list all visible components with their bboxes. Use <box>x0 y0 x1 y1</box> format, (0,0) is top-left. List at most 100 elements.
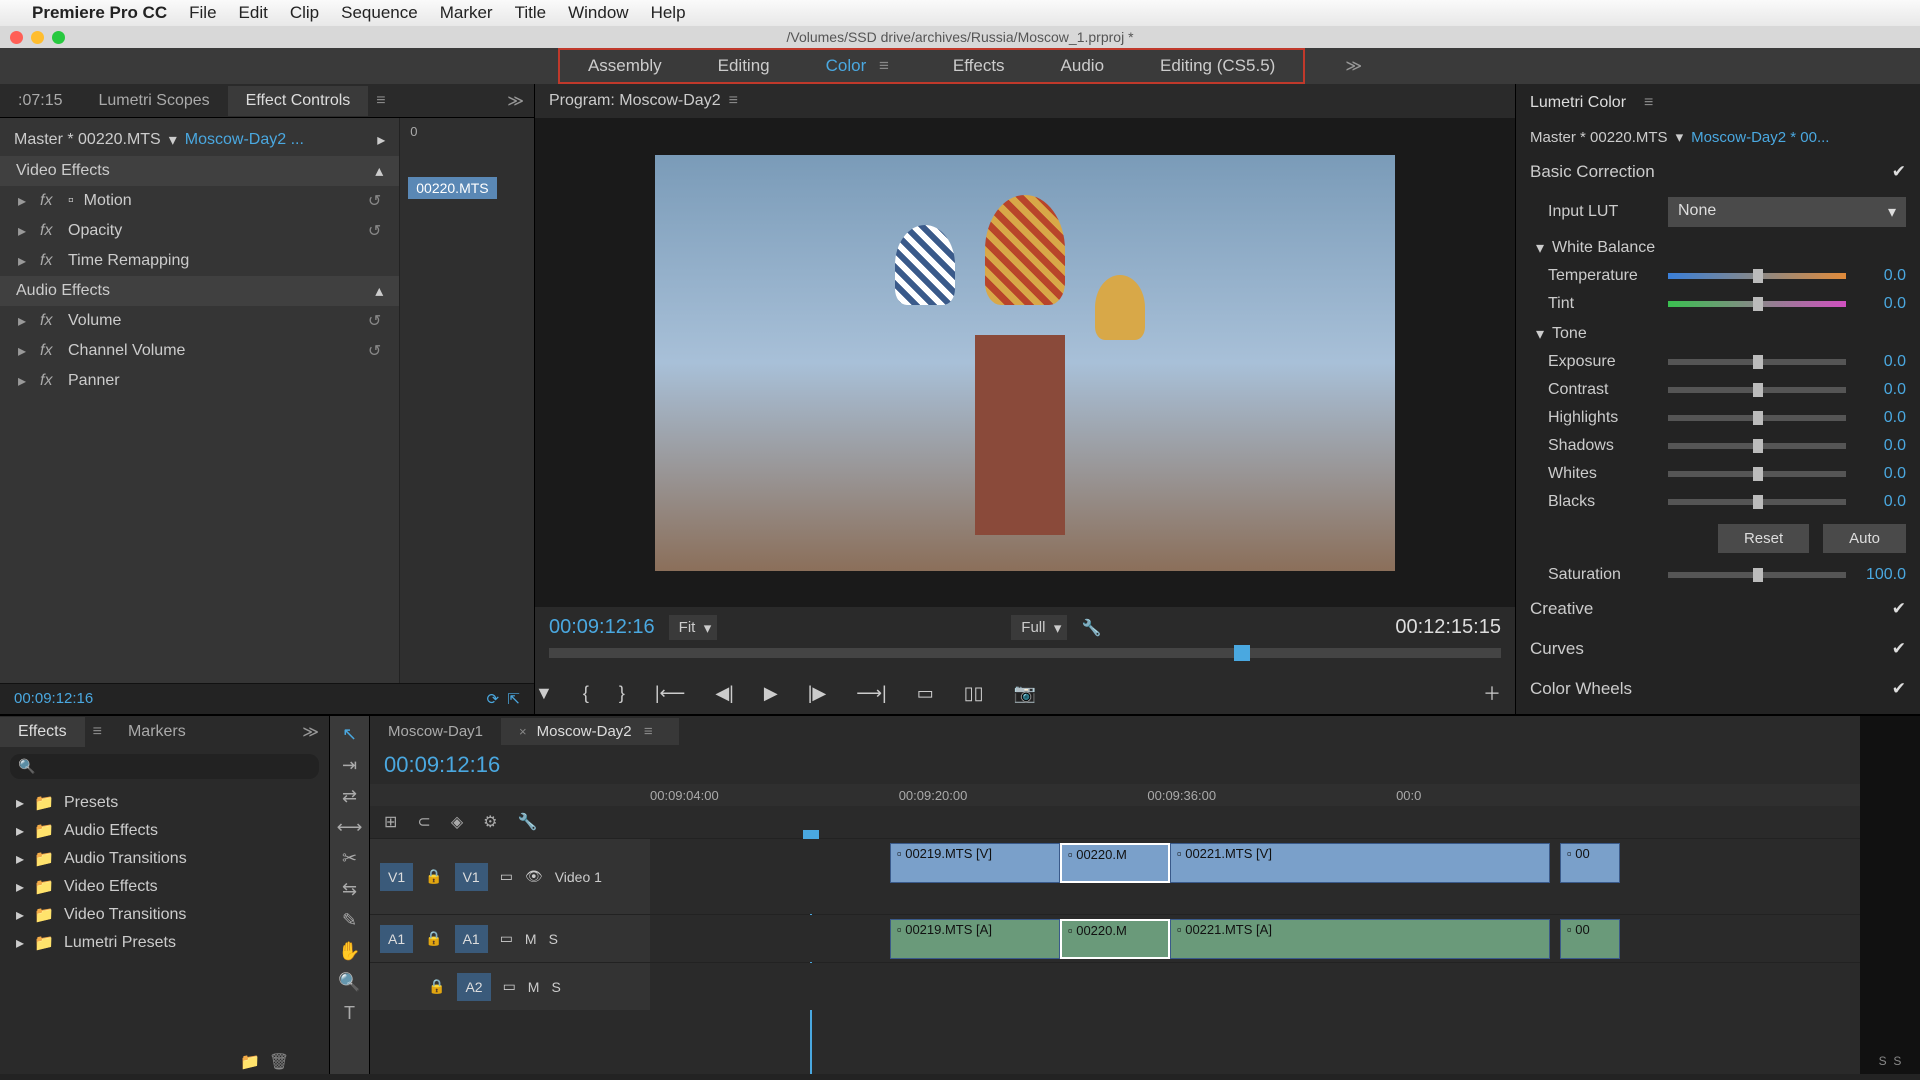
timeline-clip[interactable]: ▫ 00221.MTS [V] <box>1170 843 1550 883</box>
toggle-output-icon[interactable]: ▭ <box>500 868 513 885</box>
playback-quality-dropdown[interactable]: Full <box>1011 615 1067 640</box>
settings-icon[interactable]: ⚙ <box>483 812 497 832</box>
panel-menu-icon[interactable]: ≡ <box>1644 94 1653 112</box>
reset-icon[interactable]: ↺ <box>368 191 381 211</box>
track-select-tool-icon[interactable]: ⇥ <box>342 755 357 776</box>
timeline-clip[interactable]: ▫ 00221.MTS [A] <box>1170 919 1550 959</box>
tone-blacks-slider[interactable] <box>1668 499 1846 505</box>
zoom-window-icon[interactable] <box>52 31 65 44</box>
sequence-tab-day1[interactable]: Moscow-Day1 <box>370 718 501 745</box>
effects-search-input[interactable]: 🔍 <box>10 754 319 779</box>
close-tab-icon[interactable]: × <box>519 724 527 739</box>
tone-exposure-slider[interactable] <box>1668 359 1846 365</box>
slip-tool-icon[interactable]: ⇆ <box>342 879 357 900</box>
chevron-down-icon[interactable]: ▾ <box>1536 324 1544 344</box>
saturation-slider[interactable] <box>1668 572 1846 578</box>
tone-shadows-slider[interactable] <box>1668 443 1846 449</box>
menu-sequence[interactable]: Sequence <box>341 3 418 23</box>
tone-whites-slider[interactable] <box>1668 471 1846 477</box>
lock-icon[interactable]: 🔒 <box>425 868 442 885</box>
timeline-ruler[interactable]: 00:09:04:0000:09:20:0000:09:36:0000:0 <box>370 784 1860 806</box>
basic-correction-header[interactable]: Basic Correction <box>1530 162 1655 182</box>
app-name[interactable]: Premiere Pro CC <box>32 3 167 23</box>
temperature-value[interactable]: 0.0 <box>1856 267 1906 285</box>
source-patch-a1[interactable]: A1 <box>380 925 413 953</box>
reset-icon[interactable]: ↺ <box>368 221 381 241</box>
panel-overflow-icon[interactable]: ≫ <box>302 722 319 742</box>
timeline-clip[interactable]: ▫ 00220.M <box>1060 843 1170 883</box>
eye-icon[interactable]: 👁 <box>525 868 543 885</box>
ec-master-clip[interactable]: Master * 00220.MTS <box>14 131 161 149</box>
mark-in-icon[interactable]: { <box>583 683 589 704</box>
go-to-out-icon[interactable]: ⟶| <box>856 683 886 704</box>
marker-icon[interactable]: ◈ <box>451 812 463 832</box>
workspace-editing-cs55[interactable]: Editing (CS5.5) <box>1132 50 1303 82</box>
tone-shadows-value[interactable]: 0.0 <box>1856 437 1906 455</box>
lock-icon[interactable]: 🔒 <box>425 930 442 947</box>
effect-opacity[interactable]: ▸fxOpacity↺ <box>0 216 399 246</box>
extract-icon[interactable]: ▯▯ <box>964 683 984 704</box>
effects-folder-presets[interactable]: ▸📁Presets <box>10 789 319 817</box>
wrench-icon[interactable]: 🔧 <box>517 812 537 832</box>
selection-tool-icon[interactable]: ↖ <box>342 724 357 745</box>
input-lut-dropdown[interactable]: None▾ <box>1668 197 1906 227</box>
mark-out-icon[interactable]: } <box>619 683 625 704</box>
zoom-tool-icon[interactable]: 🔍 <box>338 972 360 993</box>
minimize-window-icon[interactable] <box>31 31 44 44</box>
tab-lumetri-scopes[interactable]: Lumetri Scopes <box>80 86 227 116</box>
workspace-color[interactable]: Color ≡ <box>798 50 925 82</box>
lumetri-master-clip[interactable]: Master * 00220.MTS <box>1530 129 1668 146</box>
new-bin-icon[interactable]: 📁 <box>240 1054 260 1071</box>
lumetri-section-curves[interactable]: Curves <box>1530 639 1584 659</box>
panel-overflow-icon[interactable]: ≫ <box>507 91 524 111</box>
type-tool-icon[interactable]: T <box>344 1003 355 1024</box>
mute-button[interactable]: M <box>525 931 537 947</box>
zoom-fit-dropdown[interactable]: Fit <box>669 615 718 640</box>
menu-marker[interactable]: Marker <box>440 3 493 23</box>
tone-blacks-value[interactable]: 0.0 <box>1856 493 1906 511</box>
effect-volume[interactable]: ▸fxVolume↺ <box>0 306 399 336</box>
effect-panner[interactable]: ▸fxPanner <box>0 366 399 396</box>
menu-window[interactable]: Window <box>568 3 628 23</box>
temperature-slider[interactable] <box>1668 273 1846 279</box>
panel-menu-icon[interactable]: ≡ <box>93 723 102 741</box>
export-icon[interactable]: ⇱ <box>507 691 520 708</box>
go-to-in-icon[interactable]: |⟵ <box>655 683 685 704</box>
program-scrub-bar[interactable] <box>549 648 1501 658</box>
pen-tool-icon[interactable]: ✎ <box>342 910 357 931</box>
effect-channel-volume[interactable]: ▸fxChannel Volume↺ <box>0 336 399 366</box>
delete-icon[interactable]: 🗑 <box>269 1054 289 1071</box>
ripple-edit-tool-icon[interactable]: ⇄ <box>342 786 357 807</box>
mute-button[interactable]: M <box>528 979 540 995</box>
tone-whites-value[interactable]: 0.0 <box>1856 465 1906 483</box>
playhead-icon[interactable] <box>1234 645 1250 661</box>
workspace-overflow-icon[interactable]: ≫ <box>1345 56 1362 76</box>
menu-help[interactable]: Help <box>651 3 686 23</box>
add-marker-icon[interactable]: ▼ <box>535 683 553 704</box>
effects-folder-audio-transitions[interactable]: ▸📁Audio Transitions <box>10 845 319 873</box>
solo-button[interactable]: S <box>549 931 558 947</box>
play-icon[interactable]: ▸ <box>377 130 385 150</box>
tone-exposure-value[interactable]: 0.0 <box>1856 353 1906 371</box>
tone-contrast-value[interactable]: 0.0 <box>1856 381 1906 399</box>
timeline-clip[interactable]: ▫ 00220.M <box>1060 919 1170 959</box>
effects-folder-lumetri-presets[interactable]: ▸📁Lumetri Presets <box>10 929 319 957</box>
basic-correction-toggle[interactable]: ✔ <box>1892 162 1906 182</box>
tab-markers[interactable]: Markers <box>110 717 204 747</box>
step-forward-icon[interactable]: |▶ <box>808 683 827 704</box>
tone-header[interactable]: Tone <box>1552 325 1587 343</box>
razor-tool-icon[interactable]: ✂ <box>342 848 357 869</box>
step-back-icon[interactable]: ◀| <box>715 683 734 704</box>
section-toggle[interactable]: ✔ <box>1892 599 1906 619</box>
tone-highlights-value[interactable]: 0.0 <box>1856 409 1906 427</box>
timeline-clip[interactable]: ▫ 00 <box>1560 843 1620 883</box>
lock-icon[interactable]: 🔒 <box>428 978 445 995</box>
menu-edit[interactable]: Edit <box>239 3 268 23</box>
auto-button[interactable]: Auto <box>1823 524 1906 553</box>
tone-contrast-slider[interactable] <box>1668 387 1846 393</box>
workspace-editing[interactable]: Editing <box>690 50 798 82</box>
panel-menu-icon[interactable]: ≡ <box>729 92 738 110</box>
menu-clip[interactable]: Clip <box>290 3 319 23</box>
effect-time-remapping[interactable]: ▸fxTime Remapping <box>0 246 399 276</box>
chevron-down-icon[interactable]: ▾ <box>1536 238 1544 258</box>
